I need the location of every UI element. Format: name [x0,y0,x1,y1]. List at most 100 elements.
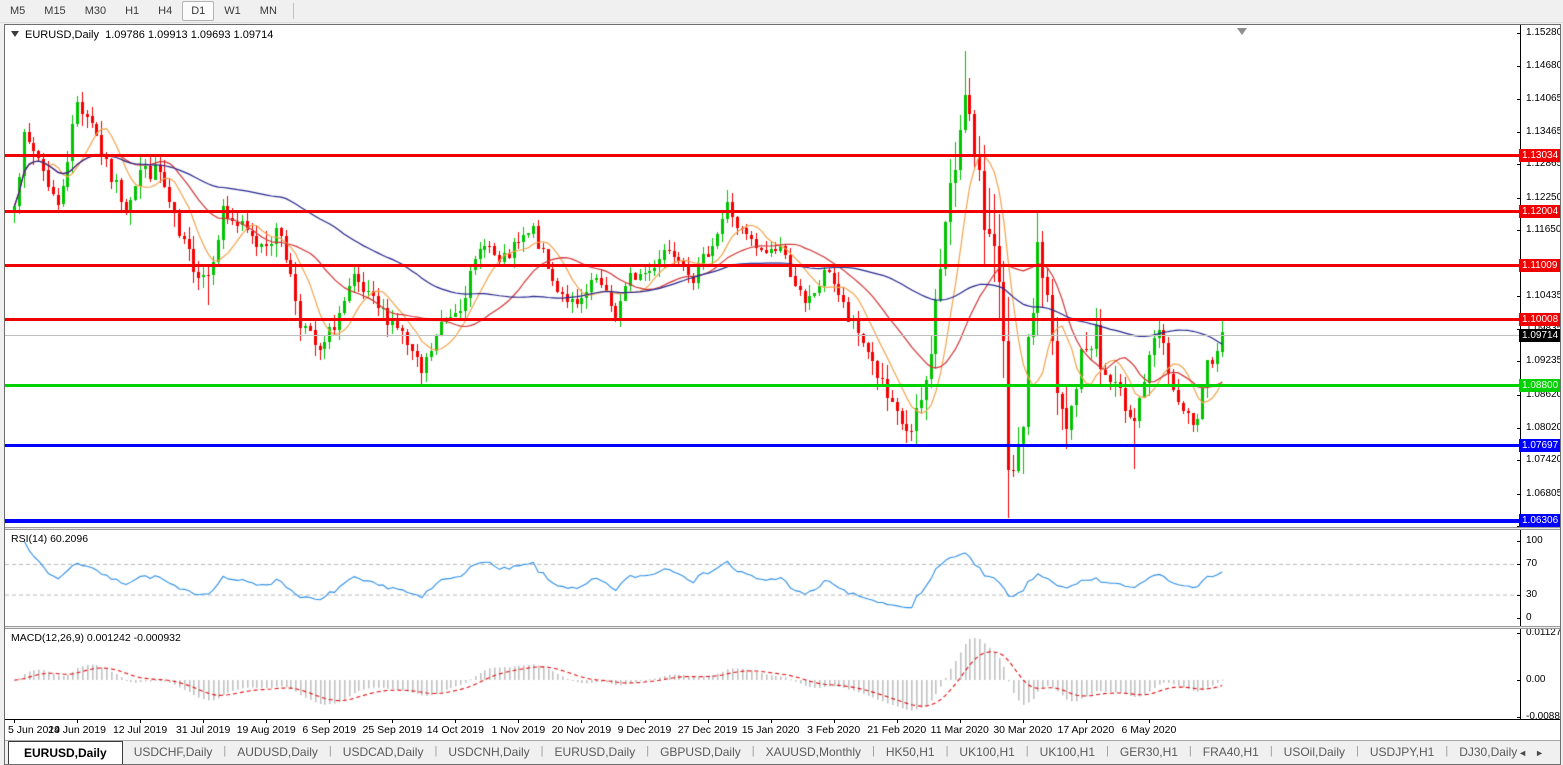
date-label: 15 Jan 2020 [742,724,800,736]
date-tick [455,720,456,723]
date-tick [329,720,330,723]
date-label: 31 Jul 2019 [176,724,230,736]
price-level-box: 1.10008 [1519,313,1560,326]
price-tick-dash [1517,198,1521,199]
tab-eurusd-daily[interactable]: EURUSD,Daily [544,741,647,764]
price-tick-dash [1517,428,1521,429]
tab-dj30-daily[interactable]: DJ30,Daily [1448,741,1528,764]
date-label: 24 Jun 2019 [48,724,106,736]
date-axis[interactable]: 5 Jun 201924 Jun 201912 Jul 201931 Jul 2… [5,719,1560,740]
date-label: 1 Nov 2019 [492,724,546,736]
timeframe-button-w1[interactable]: W1 [215,1,250,21]
tab-xauusd-monthly[interactable]: XAUUSD,Monthly [755,741,872,764]
date-tick [266,720,267,723]
rsi-pane-canvas[interactable] [5,530,1520,626]
date-tick [1149,720,1150,723]
date-label: 17 Apr 2020 [1058,724,1115,736]
tab-uk100-h1[interactable]: UK100,H1 [948,741,1025,764]
chart-window-inner: EURUSD,Daily 1.09786 1.09913 1.09693 1.0… [5,25,1560,764]
timeframe-button-h4[interactable]: H4 [149,1,181,21]
chart-tab-bar: EURUSD,DailyUSDCHF,Daily|AUDUSD,Daily|US… [5,740,1560,764]
tab-usdcad-daily[interactable]: USDCAD,Daily [332,741,435,764]
macd-tick-dash [1517,633,1521,634]
chart-window: EURUSD,Daily 1.09786 1.09913 1.09693 1.0… [4,24,1561,765]
chart-title: EURUSD,Daily 1.09786 1.09913 1.09693 1.0… [11,29,273,41]
tab-gbpusd-daily[interactable]: GBPUSD,Daily [649,741,752,764]
timeframe-toolbar: M5M15M30H1H4D1W1MN [0,0,1563,23]
date-tick [581,720,582,723]
rsi-indicator-label: RSI(14) 60.2096 [11,533,88,545]
date-tick [1086,720,1087,723]
date-label: 21 Feb 2020 [867,724,926,736]
price-tick-label: 1.15280 [1526,27,1560,38]
rsi-tick-dash [1517,564,1521,565]
macd-pane-canvas[interactable] [5,629,1520,719]
tab-audusd-daily[interactable]: AUDUSD,Daily [226,741,329,764]
hline-support-1.07697[interactable] [5,444,1520,447]
timeframe-button-m15[interactable]: M15 [35,1,74,21]
price-pane-canvas[interactable] [5,25,1520,527]
timeframe-button-m5[interactable]: M5 [1,1,34,21]
hline-resistance-1.12004[interactable] [5,210,1520,213]
current-price-box: 1.09714 [1519,329,1560,342]
tab-usoil-daily[interactable]: USOil,Daily [1273,741,1356,764]
rsi-axis-label: 100 [1526,535,1543,546]
date-label: 25 Sep 2019 [363,724,423,736]
macd-tick-dash [1517,717,1521,718]
price-tick-dash [1517,395,1521,396]
tab-usdcnh-daily[interactable]: USDCNH,Daily [437,741,540,764]
chart-menu-arrow-icon[interactable] [11,31,19,37]
price-tick-label: 1.12250 [1526,192,1560,203]
tab-hk50-h1[interactable]: HK50,H1 [875,741,946,764]
date-tick [392,720,393,723]
chart-shift-marker-icon[interactable] [1237,28,1247,35]
date-tick [645,720,646,723]
date-label: 6 Sep 2019 [302,724,356,736]
tab-scroll-left-icon[interactable]: ◄ [1518,748,1535,758]
rsi-axis-label: 70 [1526,558,1537,569]
date-tick [897,720,898,723]
price-tick-label: 1.08020 [1526,422,1560,433]
timeframe-button-m30[interactable]: M30 [76,1,115,21]
rsi-tick-dash [1517,595,1521,596]
tab-usdjpy-h1[interactable]: USDJPY,H1 [1359,741,1445,764]
price-tick-dash [1517,494,1521,495]
current-price-line [5,335,1520,336]
pane-splitter-rsi[interactable] [5,527,1560,530]
date-label: 6 May 2020 [1121,724,1176,736]
toolbar-separator [293,3,294,19]
price-tick-label: 1.09235 [1526,355,1560,366]
date-tick [518,720,519,723]
price-tick-dash [1517,230,1521,231]
price-tick-label: 1.10435 [1526,290,1560,301]
hline-resistance-1.13034[interactable] [5,154,1520,157]
rsi-tick-dash [1517,618,1521,619]
hline-resistance-1.11009[interactable] [5,264,1520,267]
tab-usdchf-daily[interactable]: USDCHF,Daily [123,741,224,764]
date-tick [708,720,709,723]
price-tick-label: 1.11650 [1526,224,1560,235]
timeframe-button-h1[interactable]: H1 [116,1,148,21]
tab-eurusd-daily[interactable]: EURUSD,Daily [8,741,123,764]
price-tick-dash [1517,99,1521,100]
tab-uk100-h1[interactable]: UK100,H1 [1029,741,1106,764]
price-level-box: 1.08800 [1519,379,1560,392]
price-tick-label: 1.14065 [1526,93,1560,104]
hline-support-1.06306[interactable] [5,519,1520,523]
date-label: 11 Mar 2020 [931,724,989,736]
price-level-box: 1.06306 [1519,514,1560,527]
hline-resistance-1.10008[interactable] [5,318,1520,321]
tab-scroll-right-icon[interactable]: ► [1535,748,1552,758]
price-tick-dash [1517,361,1521,362]
timeframe-button-d1[interactable]: D1 [182,1,214,21]
pane-splitter-macd[interactable] [5,626,1560,629]
timeframe-button-mn[interactable]: MN [251,1,286,21]
tab-fra40-h1[interactable]: FRA40,H1 [1192,741,1270,764]
date-label: 9 Dec 2019 [618,724,672,736]
date-tick [14,720,15,723]
hline-support-1.08800[interactable] [5,384,1520,387]
macd-axis-label: 0.00 [1526,674,1545,685]
tab-ger30-h1[interactable]: GER30,H1 [1109,741,1189,764]
price-tick-dash [1517,164,1521,165]
rsi-tick-dash [1517,541,1521,542]
